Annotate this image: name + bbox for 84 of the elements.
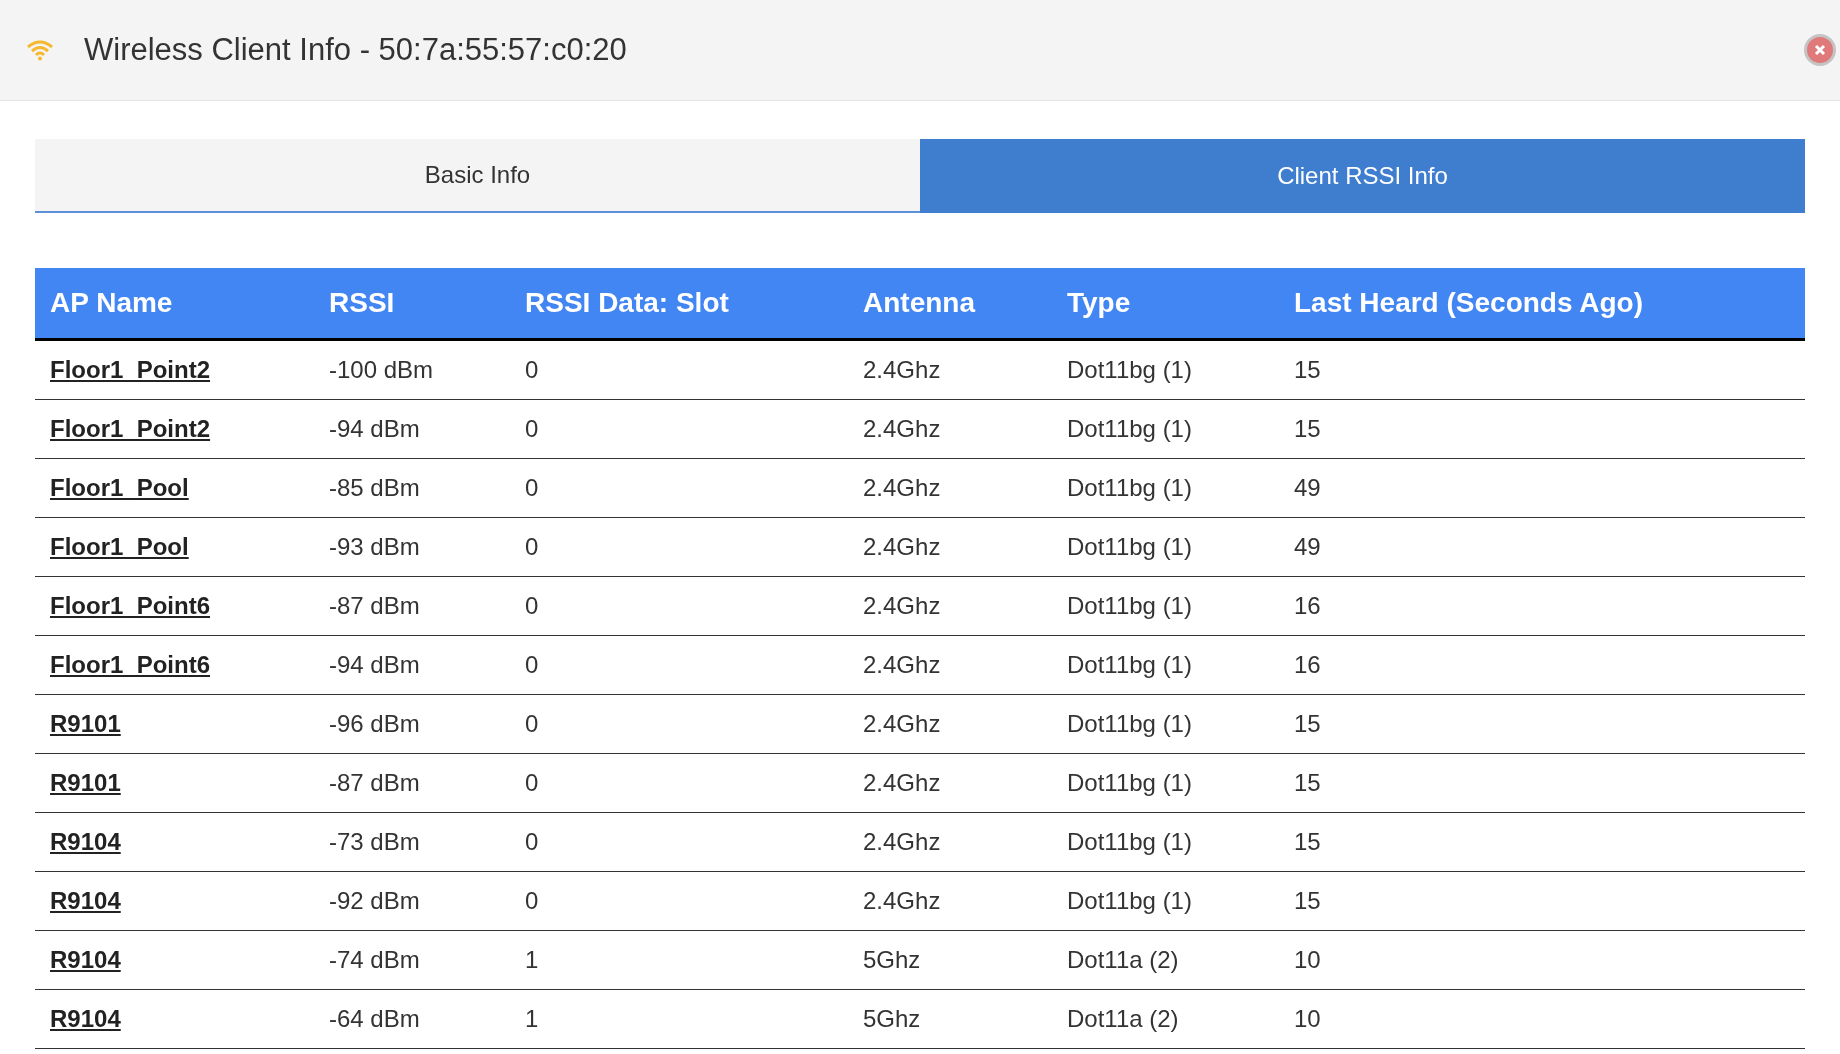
table-cell: 15 — [1294, 415, 1321, 442]
ap-name-link[interactable]: Floor1_Pool — [50, 533, 189, 560]
table-cell: Dot11bg (1) — [1067, 710, 1192, 737]
wifi-icon — [26, 39, 54, 61]
table-cell: 1 — [525, 946, 539, 973]
table-cell: 15 — [1294, 828, 1321, 855]
ap-name-link[interactable]: R9104 — [50, 1005, 121, 1032]
table-cell: Dot11bg (1) — [1067, 592, 1192, 619]
table-cell: 2.4Ghz — [863, 533, 941, 560]
column-header: Antenna — [863, 287, 975, 318]
table-cell: 2.4Ghz — [863, 415, 941, 442]
table-cell: 0 — [525, 887, 539, 914]
table-cell: 49 — [1294, 533, 1321, 560]
ap-name-link[interactable]: R9104 — [50, 828, 121, 855]
table-cell: 2.4Ghz — [863, 356, 941, 383]
table-cell: 5Ghz — [863, 1005, 921, 1032]
ap-name-link[interactable]: R9101 — [50, 710, 121, 737]
window-title: Wireless Client Info - 50:7a:55:57:c0:20 — [84, 30, 628, 69]
table-cell: -100 dBm — [329, 356, 434, 383]
column-header: Last Heard (Seconds Ago) — [1294, 287, 1643, 318]
ap-name-link[interactable]: Floor1_Point6 — [50, 592, 211, 619]
ap-name-link[interactable]: Floor1_Point2 — [50, 415, 211, 442]
table-cell: 0 — [525, 533, 539, 560]
ap-name-link[interactable]: R9101 — [50, 769, 121, 796]
tab[interactable]: Basic Info — [35, 139, 920, 213]
table-cell: 15 — [1294, 356, 1321, 383]
tab[interactable]: Client RSSI Info — [920, 139, 1805, 213]
table-cell: -87 dBm — [329, 769, 420, 796]
table-cell: Dot11a (2) — [1067, 946, 1179, 973]
table-cell: 0 — [525, 415, 539, 442]
table-cell: Dot11bg (1) — [1067, 415, 1192, 442]
table-cell: -73 dBm — [329, 828, 420, 855]
table-cell: 2.4Ghz — [863, 592, 941, 619]
table-cell: 2.4Ghz — [863, 887, 941, 914]
table-cell: -74 dBm — [329, 946, 420, 973]
column-header: Type — [1067, 287, 1131, 318]
ap-name-link[interactable]: Floor1_Point6 — [50, 651, 211, 678]
table-cell: 10 — [1294, 1005, 1321, 1032]
table-cell: Dot11bg (1) — [1067, 887, 1192, 914]
close-icon — [1814, 44, 1826, 56]
table-cell: 0 — [525, 710, 539, 737]
table-cell: 0 — [525, 651, 539, 678]
table-cell: 10 — [1294, 946, 1321, 973]
ap-name-link[interactable]: Floor1_Pool — [50, 474, 189, 501]
table-cell: 15 — [1294, 769, 1321, 796]
table-cell: 1 — [525, 1005, 539, 1032]
table-cell: 2.4Ghz — [863, 710, 941, 737]
table-cell: 0 — [525, 356, 539, 383]
table-cell: 0 — [525, 769, 539, 796]
table-cell: -94 dBm — [329, 415, 420, 442]
ap-name-link[interactable]: Floor1_Point2 — [50, 356, 211, 383]
table-cell: Dot11bg (1) — [1067, 769, 1192, 796]
table-cell: -92 dBm — [329, 887, 420, 914]
table-cell: Dot11bg (1) — [1067, 533, 1192, 560]
table-cell: -64 dBm — [329, 1005, 420, 1032]
table-cell: Dot11bg (1) — [1067, 651, 1192, 678]
table-cell: 2.4Ghz — [863, 769, 941, 796]
table-cell: 2.4Ghz — [863, 474, 941, 501]
table-cell: 16 — [1294, 592, 1321, 619]
table-cell: Dot11bg (1) — [1067, 828, 1192, 855]
ap-name-link[interactable]: R9104 — [50, 946, 121, 973]
table-cell: 15 — [1294, 887, 1321, 914]
ap-name-link[interactable]: R9104 — [50, 887, 121, 914]
table-cell: 0 — [525, 592, 539, 619]
table-cell: 2.4Ghz — [863, 651, 941, 678]
table-cell: Dot11bg (1) — [1067, 474, 1192, 501]
column-header: AP Name — [50, 287, 173, 318]
close-button[interactable] — [1804, 34, 1836, 66]
column-header: RSSI — [329, 287, 395, 318]
table-cell: -94 dBm — [329, 651, 420, 678]
table-cell: 16 — [1294, 651, 1321, 678]
table-cell: -85 dBm — [329, 474, 420, 501]
table-cell: 5Ghz — [863, 946, 921, 973]
table-cell: 0 — [525, 828, 539, 855]
table-cell: 49 — [1294, 474, 1321, 501]
table-cell: -96 dBm — [329, 710, 420, 737]
table-cell: 0 — [525, 474, 539, 501]
table-cell: 2.4Ghz — [863, 828, 941, 855]
table-cell: Dot11a (2) — [1067, 1005, 1179, 1032]
table-cell: -93 dBm — [329, 533, 420, 560]
table-cell: 15 — [1294, 710, 1321, 737]
column-header: RSSI Data: Slot — [525, 287, 729, 318]
table-cell: -87 dBm — [329, 592, 420, 619]
table-cell: Dot11bg (1) — [1067, 356, 1192, 383]
